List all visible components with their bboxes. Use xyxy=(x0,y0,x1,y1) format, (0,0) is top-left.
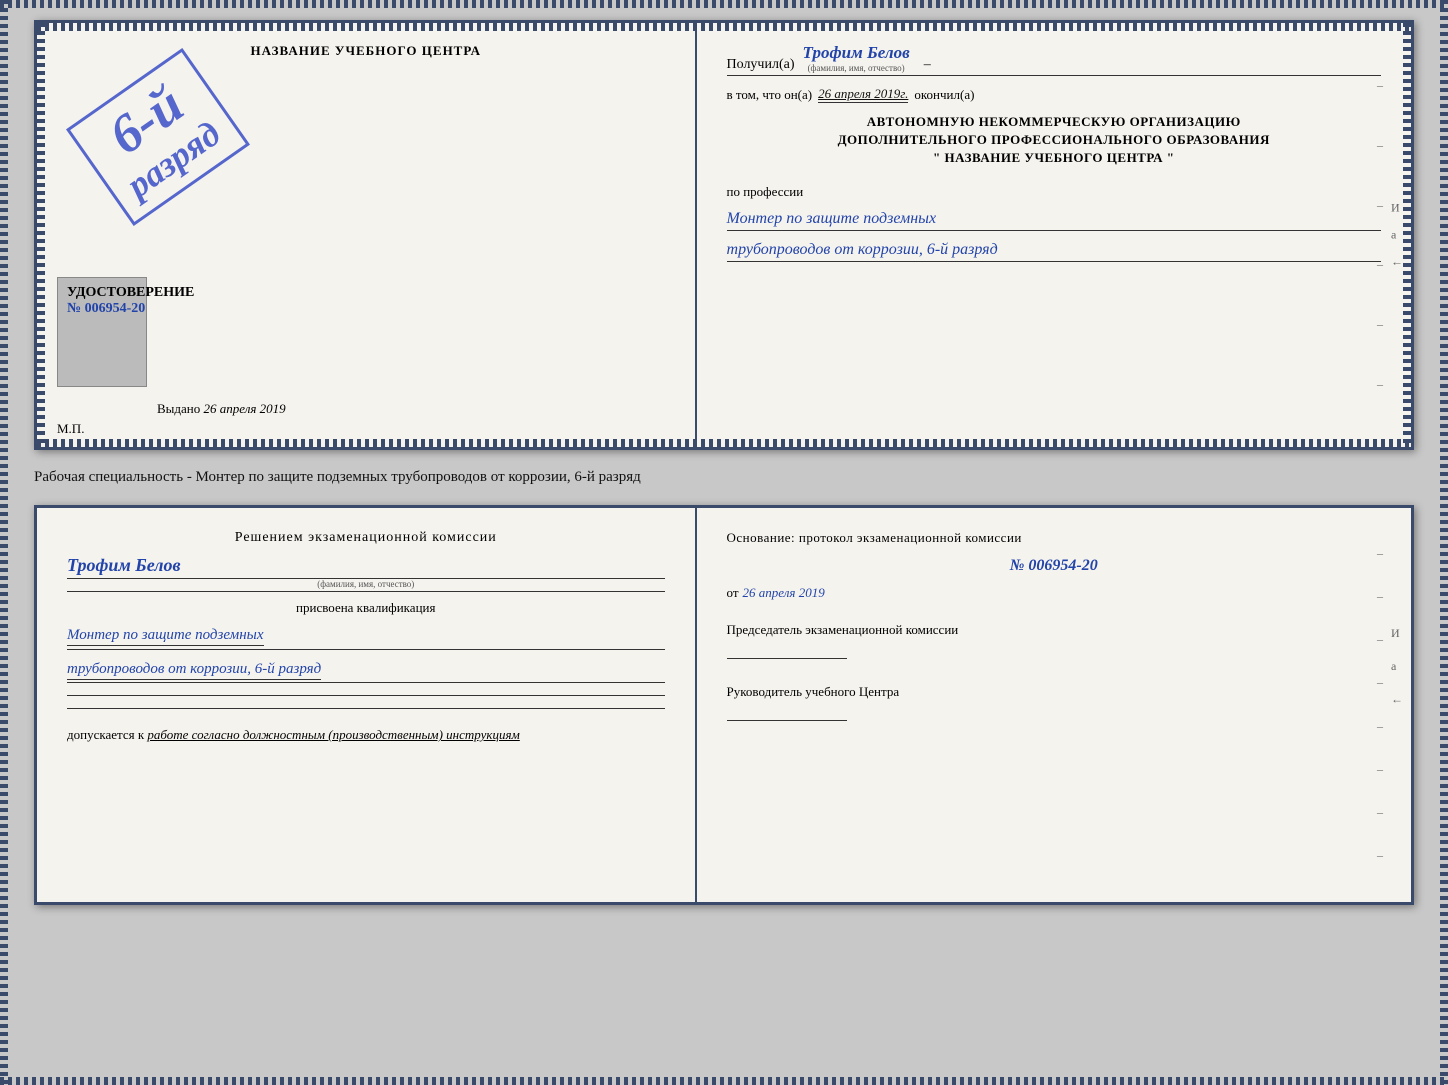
udostoverenie-num: № 006954-20 xyxy=(67,301,194,317)
rukovoditel-label: Руководитель учебного Центра xyxy=(727,683,1381,701)
corner-marks-top: И а ← xyxy=(1391,201,1403,270)
bottom-name: Трофим Белов xyxy=(67,555,665,579)
profession-line2: трубопроводов от коррозии, 6-й разряд xyxy=(727,241,998,258)
ot-date: 26 апреля 2019 xyxy=(743,585,825,601)
bottom-profession-line1: Монтер по защите подземных xyxy=(67,627,264,646)
poluchil-name: Трофим Белов xyxy=(803,43,910,63)
middle-text: Рабочая специальность - Монтер по защите… xyxy=(34,462,1414,493)
ot-date-line: от 26 апреля 2019 xyxy=(727,585,1381,601)
ot-prefix: от xyxy=(727,585,739,601)
org-block: АВТОНОМНУЮ НЕКОММЕРЧЕСКУЮ ОРГАНИЗАЦИЮ ДО… xyxy=(727,113,1381,168)
org-line1: АВТОНОМНУЮ НЕКОММЕРЧЕСКУЮ ОРГАНИЗАЦИЮ xyxy=(727,113,1381,131)
top-certificate: НАЗВАНИЕ УЧЕБНОГО ЦЕНТРА 6-й разряд УДОС… xyxy=(34,20,1414,450)
predsedatel-block: Председатель экзаменационной комиссии xyxy=(727,621,1381,663)
vydano-date: 26 апреля 2019 xyxy=(204,401,286,416)
rukovoditel-block: Руководитель учебного Центра xyxy=(727,683,1381,725)
dopusk-label: допускается к xyxy=(67,727,144,742)
middle-text-content: Рабочая специальность - Монтер по защите… xyxy=(34,469,641,485)
predsedatel-label: Председатель экзаменационной комиссии xyxy=(727,621,1381,639)
poluchil-sub: (фамилия, имя, отчество) xyxy=(803,63,910,73)
bottom-prof-line1-wrap: Монтер по защите подземных xyxy=(67,624,665,650)
cert-title: НАЗВАНИЕ УЧЕБНОГО ЦЕНТРА xyxy=(250,43,481,59)
cert-top-left: НАЗВАНИЕ УЧЕБНОГО ЦЕНТРА 6-й разряд УДОС… xyxy=(37,23,697,447)
osnov-title: Основание: протокол экзаменационной коми… xyxy=(727,528,1381,548)
dashes-right-top: – – – – – – xyxy=(1377,23,1383,447)
corner-И-bottom: И xyxy=(1391,626,1403,641)
org-line2: ДОПОЛНИТЕЛЬНОГО ПРОФЕССИОНАЛЬНОГО ОБРАЗО… xyxy=(727,131,1381,149)
poluchil-line: Получил(а) Трофим Белов (фамилия, имя, о… xyxy=(727,43,1381,76)
mp-label: М.П. xyxy=(57,421,84,437)
udostoverenie-block: УДОСТОВЕРЕНИЕ № 006954-20 xyxy=(67,285,194,317)
rukovoditel-sign-line xyxy=(727,720,847,721)
okonchil-label: окончил(а) xyxy=(914,87,974,103)
sep-line-2 xyxy=(67,708,665,709)
bottom-name-sub: (фамилия, имя, отчество) xyxy=(67,579,665,589)
prisvoena-label: присвоена квалификация xyxy=(67,600,665,616)
vydano-label: Выдано xyxy=(157,401,200,416)
cert-bottom-right: Основание: протокол экзаменационной коми… xyxy=(697,508,1411,902)
udostoverenie-label: УДОСТОВЕРЕНИЕ xyxy=(67,285,194,301)
bottom-profession-line2: трубопроводов от коррозии, 6-й разряд xyxy=(67,661,321,680)
dopusk-block: допускается к работе согласно должностны… xyxy=(67,727,665,743)
profession-line2-wrap: трубопроводов от коррозии, 6-й разряд xyxy=(727,241,1381,262)
org-line3: " НАЗВАНИЕ УЧЕБНОГО ЦЕНТРА " xyxy=(727,149,1381,167)
bottom-name-wrap: Трофим Белов (фамилия, имя, отчество) xyxy=(67,555,665,592)
profession-line1: Монтер по защите подземных xyxy=(727,210,937,227)
profession-line1-wrap: Монтер по защите подземных xyxy=(727,210,1381,231)
protocol-num: № 006954-20 xyxy=(727,557,1381,575)
cert-bottom-left: Решением экзаменационной комиссии Трофим… xyxy=(37,508,697,902)
cert-top-right: Получил(а) Трофим Белов (фамилия, имя, о… xyxy=(697,23,1411,447)
vydano-line: Выдано 26 апреля 2019 xyxy=(157,401,286,417)
bottom-certificate: Решением экзаменационной комиссии Трофим… xyxy=(34,505,1414,905)
corner-arrow: ← xyxy=(1391,255,1403,270)
dashes-right-bottom: – – – – – – – – xyxy=(1377,508,1383,902)
corner-arrow-bottom: ← xyxy=(1391,692,1403,707)
poluchil-name-wrapper: Трофим Белов (фамилия, имя, отчество) xyxy=(803,43,910,73)
vtom-label: в том, что он(а) xyxy=(727,87,813,103)
sep-line-1 xyxy=(67,695,665,696)
predsedatel-sign-line xyxy=(727,658,847,659)
corner-И: И xyxy=(1391,201,1403,216)
corner-а: а xyxy=(1391,228,1403,243)
vtom-date: 26 апреля 2019г. xyxy=(818,86,908,103)
vtom-line: в том, что он(а) 26 апреля 2019г. окончи… xyxy=(727,86,1381,103)
bottom-prof-line2-wrap: трубопроводов от коррозии, 6-й разряд xyxy=(67,658,665,684)
decision-title: Решением экзаменационной комиссии xyxy=(67,528,665,548)
poluchil-label: Получил(а) xyxy=(727,57,795,73)
corner-marks-bottom: И а ← xyxy=(1391,626,1403,707)
dopusk-value: работе согласно должностным (производств… xyxy=(147,727,519,742)
corner-а-bottom: а xyxy=(1391,659,1403,674)
po-professii-label: по профессии xyxy=(727,184,1381,200)
